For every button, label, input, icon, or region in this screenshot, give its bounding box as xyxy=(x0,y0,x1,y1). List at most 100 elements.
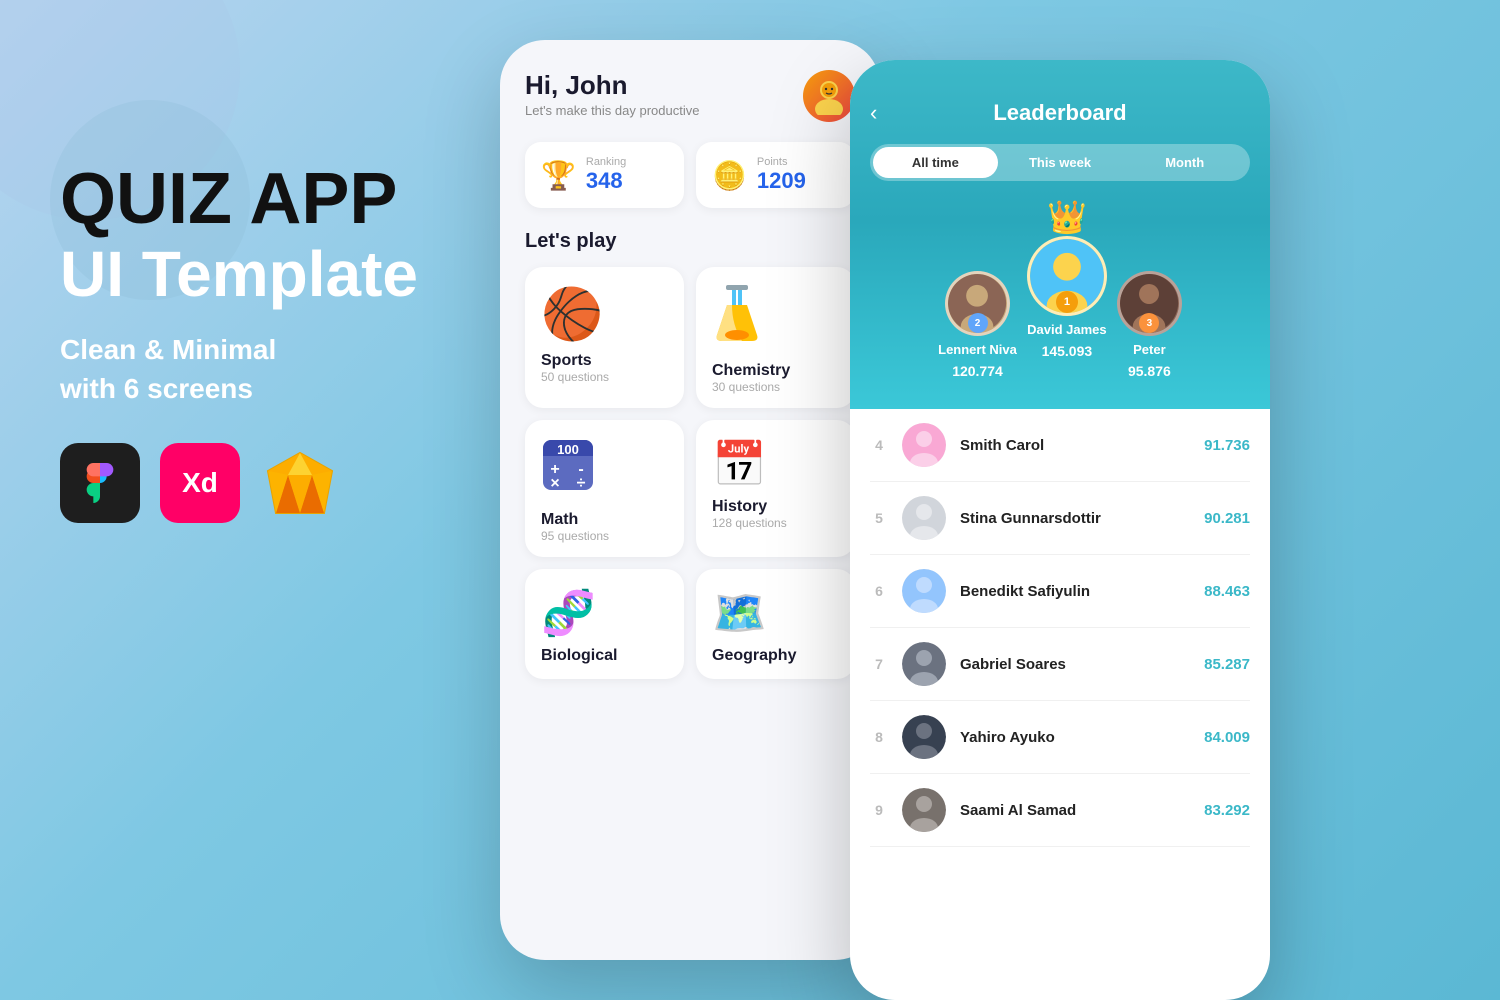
greeting-name: Hi, John xyxy=(525,70,699,101)
tab-month[interactable]: Month xyxy=(1122,147,1247,178)
player2-name: Lennert Niva xyxy=(938,342,1017,357)
name-9: Saami Al Samad xyxy=(960,802,1190,819)
quiz-categories-grid: 🏀 Sports 50 questions Chemistry 30 quest… xyxy=(525,267,855,679)
ranking-card: 🏆 Ranking 348 xyxy=(525,142,684,208)
category-math[interactable]: 100 + - × ÷ Math 95 questions xyxy=(525,420,684,557)
user-avatar xyxy=(803,70,855,122)
avatar-5 xyxy=(902,496,946,540)
svg-text:÷: ÷ xyxy=(577,475,586,492)
name-8: Yahiro Ayuko xyxy=(960,729,1190,746)
history-count: 128 questions xyxy=(712,516,839,530)
ranking-info: Ranking 348 xyxy=(586,156,626,194)
score-9: 83.292 xyxy=(1204,802,1250,819)
leaderboard-tabs: All time This week Month xyxy=(870,144,1250,181)
biological-name: Biological xyxy=(541,647,668,665)
geography-emoji: 🗺️ xyxy=(712,587,839,639)
sports-emoji: 🏀 xyxy=(541,285,668,344)
chemistry-count: 30 questions xyxy=(712,380,839,394)
avatar-rank1: 1 xyxy=(1027,236,1107,316)
name-6: Benedikt Safiyulin xyxy=(960,583,1190,600)
lb-row-4: 4 Smith Carol 91.736 xyxy=(870,409,1250,482)
math-count: 95 questions xyxy=(541,529,668,543)
name-4: Smith Carol xyxy=(960,437,1190,454)
leaderboard-title: Leaderboard xyxy=(870,100,1250,126)
rank-badge-2: 2 xyxy=(968,313,988,333)
phone1-header: Hi, John Let's make this day productive xyxy=(525,70,855,122)
rank-4: 4 xyxy=(870,437,888,453)
category-sports[interactable]: 🏀 Sports 50 questions xyxy=(525,267,684,408)
chemistry-name: Chemistry xyxy=(712,362,839,380)
lb-row-7: 7 Gabriel Soares 85.287 xyxy=(870,628,1250,701)
greeting-block: Hi, John Let's make this day productive xyxy=(525,70,699,118)
player1-name: David James xyxy=(1027,322,1107,337)
points-label: Points xyxy=(757,156,806,168)
greeting-sub: Let's make this day productive xyxy=(525,103,699,118)
rank-badge-3: 3 xyxy=(1139,313,1159,333)
avatar-9 xyxy=(902,788,946,832)
score-6: 88.463 xyxy=(1204,583,1250,600)
avatar-6 xyxy=(902,569,946,613)
tab-all-time[interactable]: All time xyxy=(873,147,998,178)
svg-text:×: × xyxy=(550,475,559,492)
main-title-line2: UI Template xyxy=(60,239,418,309)
top-player-1: 👑 1 David James 145.093 xyxy=(1027,236,1107,359)
leaderboard-list: 4 Smith Carol 91.736 5 Stina Gunnarsdott… xyxy=(850,409,1270,847)
category-chemistry[interactable]: Chemistry 30 questions xyxy=(696,267,855,408)
top-player-3: 3 Peter 95.876 xyxy=(1117,271,1182,379)
avatar-8 xyxy=(902,715,946,759)
rank-5: 5 xyxy=(870,510,888,526)
chemistry-emoji xyxy=(712,285,839,354)
score-5: 90.281 xyxy=(1204,510,1250,527)
player1-score: 145.093 xyxy=(1042,343,1093,359)
phone1-quiz: Hi, John Let's make this day productive … xyxy=(500,40,880,960)
avatar-7 xyxy=(902,642,946,686)
rank-7: 7 xyxy=(870,656,888,672)
rank-6: 6 xyxy=(870,583,888,599)
ranking-label: Ranking xyxy=(586,156,626,168)
xd-icon: Xd xyxy=(160,443,240,523)
subtitle: Clean & Minimal with 6 screens xyxy=(60,330,418,408)
rank-badge-1: 1 xyxy=(1056,291,1078,313)
points-card: 🪙 Points 1209 xyxy=(696,142,855,208)
tab-this-week[interactable]: This week xyxy=(998,147,1123,178)
score-4: 91.736 xyxy=(1204,437,1250,454)
avatar-rank3: 3 xyxy=(1117,271,1182,336)
sports-name: Sports xyxy=(541,352,668,370)
coin-icon: 🪙 xyxy=(712,159,747,192)
score-7: 85.287 xyxy=(1204,656,1250,673)
name-5: Stina Gunnarsdottir xyxy=(960,510,1190,527)
top-player-2: 2 Lennert Niva 120.774 xyxy=(938,271,1017,379)
ranking-value: 348 xyxy=(586,168,626,194)
svg-text:100: 100 xyxy=(557,442,579,457)
points-value: 1209 xyxy=(757,168,806,194)
lb-row-5: 5 Stina Gunnarsdottir 90.281 xyxy=(870,482,1250,555)
subtitle-line2: with 6 screens xyxy=(60,369,418,408)
history-name: History xyxy=(712,498,839,516)
avatar-rank2: 2 xyxy=(945,271,1010,336)
sports-count: 50 questions xyxy=(541,370,668,384)
avatar-4 xyxy=(902,423,946,467)
phone2-leaderboard: ‹ Leaderboard All time This week Month 2… xyxy=(850,60,1270,1000)
leaderboard-header: ‹ Leaderboard All time This week Month xyxy=(850,60,1270,221)
player3-score: 95.876 xyxy=(1128,363,1171,379)
trophy-icon: 🏆 xyxy=(541,159,576,192)
rank-8: 8 xyxy=(870,729,888,745)
category-history[interactable]: 📅 History 128 questions xyxy=(696,420,855,557)
subtitle-line1: Clean & Minimal xyxy=(60,330,418,369)
lb-row-9: 9 Saami Al Samad 83.292 xyxy=(870,774,1250,847)
stats-row: 🏆 Ranking 348 🪙 Points 1209 xyxy=(525,142,855,208)
points-info: Points 1209 xyxy=(757,156,806,194)
tool-icons-row: Xd xyxy=(60,443,418,523)
crown-icon: 👑 xyxy=(1047,198,1087,236)
score-8: 84.009 xyxy=(1204,729,1250,746)
back-button[interactable]: ‹ xyxy=(870,100,877,126)
category-geography[interactable]: 🗺️ Geography xyxy=(696,569,855,679)
figma-icon xyxy=(60,443,140,523)
lb-row-6: 6 Benedikt Safiyulin 88.463 xyxy=(870,555,1250,628)
geography-name: Geography xyxy=(712,647,839,665)
math-emoji: 100 + - × ÷ xyxy=(541,438,668,503)
player3-name: Peter xyxy=(1133,342,1166,357)
top3-section: 2 Lennert Niva 120.774 👑 1 David James 1… xyxy=(850,221,1270,409)
player2-score: 120.774 xyxy=(952,363,1003,379)
category-biological[interactable]: 🧬 Biological xyxy=(525,569,684,679)
